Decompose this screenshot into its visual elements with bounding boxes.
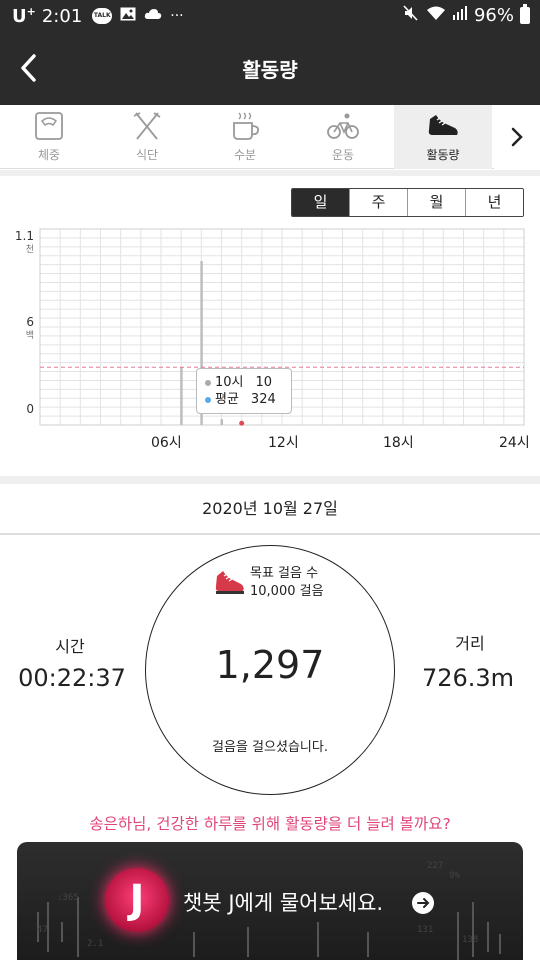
selected-point [239, 420, 245, 426]
tooltip-value: 324 [250, 392, 276, 407]
svg-text:2.1: 2.1 [87, 939, 103, 949]
y-tick-label: 6 [26, 315, 34, 329]
svg-text:138: 138 [462, 935, 478, 945]
y-tick-label: 0 [26, 402, 34, 416]
encouragement-message: 송은하님, 건강한 하루를 위해 활동량을 더 늘려 볼까요? [89, 815, 451, 833]
tooltip-label: 평균 [215, 392, 239, 407]
goal-info: 목표 걸음 수 10,000 걸음 [250, 565, 324, 601]
svg-text:9%: 9% [449, 871, 460, 881]
time-label: 시간 [55, 637, 85, 656]
y-tick-label: 1.1 [14, 229, 34, 243]
selected-date: 2020년 10월 27일 [0, 485, 540, 535]
steps-caption: 걸음을 걸으셨습니다. [212, 740, 328, 755]
goal-label: 목표 걸음 수 [250, 566, 319, 581]
arrow-right-icon [412, 892, 434, 914]
chart-bar [180, 367, 183, 425]
x-tick-label: 12시 [268, 435, 299, 451]
chart-bar [220, 419, 223, 425]
svg-text::365: :365 [57, 893, 79, 903]
tooltip-label: 10시 [215, 375, 244, 390]
y-tick-unit: 천 [25, 245, 34, 255]
series-dot [205, 379, 211, 386]
series-dot [205, 396, 211, 403]
x-tick-label: 06시 [151, 435, 182, 451]
chatbot-j-logo: J [105, 868, 169, 932]
distance-label: 거리 [455, 634, 485, 653]
time-value: 00:22:37 [18, 664, 126, 692]
distance-value: 726.3m [421, 664, 515, 692]
shoe-icon [215, 571, 244, 594]
svg-text:47: 47 [37, 925, 48, 935]
steps-count: 1,297 [215, 643, 325, 687]
svg-text:131: 131 [417, 925, 433, 935]
tooltip-row-hour: 10시 10 [205, 374, 291, 391]
svg-text:227: 227 [427, 861, 443, 871]
x-tick-label: 24시 [499, 435, 530, 451]
chatbot-prompt: 챗봇 J에게 물어보세요. [183, 891, 384, 915]
tooltip-row-average: 평균 324 [205, 391, 291, 408]
goal-value: 10,000 걸음 [250, 584, 324, 599]
x-tick-label: 18시 [383, 435, 414, 451]
chart-tooltip: 10시 10 평균 324 [196, 368, 292, 414]
chatbot-banner[interactable]: :365 47 2.1 227 9% 131 138 J 챗봇 J에게 물어보세요. [17, 842, 523, 960]
divider [0, 476, 540, 484]
tooltip-value: 10 [255, 375, 273, 390]
y-tick-unit: 백 [25, 331, 34, 341]
